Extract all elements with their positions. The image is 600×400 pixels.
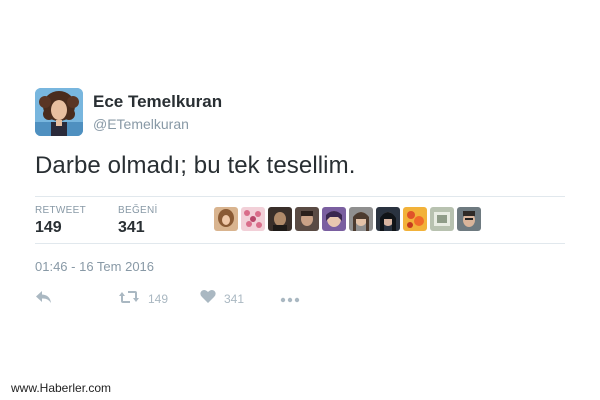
- retweet-action-count: 149: [148, 292, 169, 306]
- liker-avatar[interactable]: [376, 207, 400, 231]
- retweet-stat-label: RETWEET: [35, 205, 86, 216]
- likers-avatar-list: [214, 207, 481, 231]
- likes-stat-count[interactable]: 341: [118, 219, 145, 237]
- more-options-button[interactable]: [280, 289, 300, 309]
- liker-avatar[interactable]: [295, 207, 319, 231]
- divider-top: [35, 196, 565, 197]
- like-action-count: 341: [224, 292, 245, 306]
- liker-avatar[interactable]: [268, 207, 292, 231]
- more-dots-icon: [280, 290, 300, 308]
- tweet-card: Ece Temelkuran @ETemelkuran Darbe olmadı…: [0, 0, 600, 400]
- retweet-button[interactable]: 149: [118, 289, 168, 309]
- author-handle[interactable]: @ETemelkuran: [93, 116, 189, 132]
- liker-avatar[interactable]: [430, 207, 454, 231]
- likes-stat-label: BEĞENİ: [118, 205, 158, 216]
- author-avatar[interactable]: [35, 88, 83, 136]
- author-name[interactable]: Ece Temelkuran: [93, 92, 222, 112]
- heart-icon: [200, 289, 216, 309]
- liker-avatar[interactable]: [403, 207, 427, 231]
- liker-avatar[interactable]: [322, 207, 346, 231]
- tweet-timestamp[interactable]: 01:46 - 16 Tem 2016: [35, 259, 154, 274]
- reply-icon: [35, 289, 53, 310]
- retweet-stat-count[interactable]: 149: [35, 219, 62, 237]
- liker-avatar[interactable]: [214, 207, 238, 231]
- divider-middle: [35, 243, 565, 244]
- reply-button[interactable]: [35, 289, 53, 309]
- tweet-text: Darbe olmadı; bu tek tesellim.: [35, 152, 356, 179]
- like-button[interactable]: 341: [200, 289, 244, 309]
- avatar-image: [35, 88, 83, 136]
- liker-avatar[interactable]: [241, 207, 265, 231]
- liker-avatar[interactable]: [349, 207, 373, 231]
- watermark-text: www.Haberler.com: [11, 381, 112, 395]
- liker-avatar[interactable]: [457, 207, 481, 231]
- retweet-icon: [118, 289, 140, 310]
